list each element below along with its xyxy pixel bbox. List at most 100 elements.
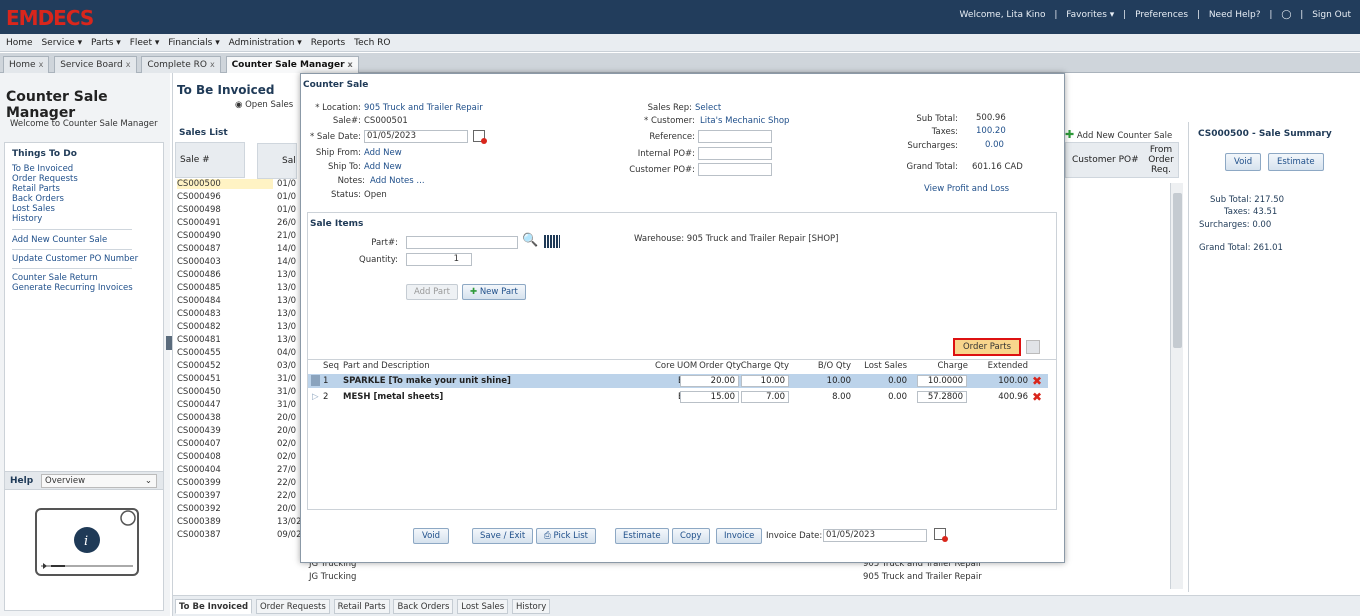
- sale-number-cell[interactable]: CS000439: [177, 426, 221, 436]
- sale-number-cell[interactable]: CS000438: [177, 413, 221, 423]
- todo-back-orders[interactable]: Back Orders: [12, 194, 64, 204]
- table-row[interactable]: 1 SPARKLE [To make your unit shine] EA 2…: [308, 374, 1048, 388]
- btab-retail-parts[interactable]: Retail Parts: [333, 599, 390, 614]
- calendar-icon[interactable]: [934, 528, 948, 542]
- close-icon[interactable]: x: [126, 60, 131, 69]
- sale-number-cell[interactable]: CS000404: [177, 465, 221, 475]
- invoice-date-input[interactable]: 01/05/2023: [823, 529, 927, 542]
- sale-number-cell[interactable]: CS000392: [177, 504, 221, 514]
- col-sale-date[interactable]: Sal: [282, 156, 296, 166]
- sale-number-cell[interactable]: CS000481: [177, 335, 221, 345]
- add-notes-link[interactable]: Add Notes ...: [370, 176, 425, 186]
- need-help-link[interactable]: Need Help?: [1209, 10, 1261, 20]
- delete-row-icon[interactable]: ✖: [1032, 390, 1042, 404]
- tab-home[interactable]: Home x: [3, 56, 50, 73]
- charge-input[interactable]: 57.2800: [917, 391, 967, 403]
- todo-update-customer-po[interactable]: Update Customer PO Number: [12, 254, 138, 264]
- sale-number-cell[interactable]: CS000408: [177, 452, 221, 462]
- charge-input[interactable]: 10.0000: [917, 375, 967, 387]
- help-video-player[interactable]: i: [35, 508, 139, 576]
- location-link[interactable]: 905 Truck and Trailer Repair: [364, 103, 483, 113]
- open-sales-radio[interactable]: ◉ Open Sales: [235, 100, 293, 110]
- nav-fleet[interactable]: Fleet ▾: [130, 34, 160, 52]
- todo-to-be-invoiced[interactable]: To Be Invoiced: [12, 164, 73, 174]
- btab-lost-sales[interactable]: Lost Sales: [457, 599, 509, 614]
- sale-number-cell[interactable]: CS000483: [177, 309, 221, 319]
- barcode-icon[interactable]: [544, 235, 560, 248]
- sale-number-cell[interactable]: CS000389: [177, 517, 221, 527]
- btab-back-orders[interactable]: Back Orders: [393, 599, 454, 614]
- customer-po-input[interactable]: [698, 163, 772, 176]
- sale-number-cell[interactable]: CS000387: [177, 530, 221, 540]
- col-core[interactable]: Core: [655, 361, 675, 371]
- todo-lost-sales[interactable]: Lost Sales: [12, 204, 55, 214]
- order-qty-input[interactable]: 20.00: [680, 375, 739, 387]
- close-icon[interactable]: x: [348, 60, 353, 69]
- btab-to-be-invoiced[interactable]: To Be Invoiced: [175, 599, 253, 614]
- col-extended[interactable]: Extended: [978, 361, 1028, 371]
- sale-number-cell[interactable]: CS000451: [177, 374, 221, 384]
- chat-icon[interactable]: ◯: [1281, 10, 1291, 20]
- order-parts-button[interactable]: Order Parts: [953, 338, 1021, 356]
- summary-void-button[interactable]: Void: [1225, 153, 1262, 171]
- search-icon[interactable]: 🔍: [522, 233, 538, 248]
- void-button[interactable]: Void: [413, 528, 449, 544]
- charge-qty-input[interactable]: 7.00: [741, 391, 789, 403]
- trash-icon[interactable]: [1026, 340, 1040, 354]
- col-customer-po[interactable]: Customer PO#: [1072, 155, 1139, 165]
- tab-service-board[interactable]: Service Board x: [54, 56, 137, 73]
- close-icon[interactable]: x: [39, 60, 44, 69]
- charge-qty-input[interactable]: 10.00: [741, 375, 789, 387]
- todo-counter-sale-return[interactable]: Counter Sale Return: [12, 273, 98, 283]
- nav-tech-ro[interactable]: Tech RO: [354, 34, 390, 52]
- preferences-link[interactable]: Preferences: [1135, 10, 1188, 20]
- todo-retail-parts[interactable]: Retail Parts: [12, 184, 60, 194]
- table-row[interactable]: ▷ 2 MESH [metal sheets] EA 15.00 7.00 8.…: [308, 390, 1048, 404]
- pick-list-button[interactable]: ⎙ Pick List: [536, 528, 596, 544]
- add-part-button[interactable]: Add Part: [406, 284, 458, 300]
- help-topic-select[interactable]: Overview ⌄: [41, 474, 157, 488]
- sale-number-cell[interactable]: CS000485: [177, 283, 221, 293]
- scrollbar-thumb[interactable]: [1173, 193, 1182, 348]
- sale-number-cell[interactable]: CS000397: [177, 491, 221, 501]
- sale-number-cell[interactable]: CS000482: [177, 322, 221, 332]
- sale-number-cell[interactable]: CS000399: [177, 478, 221, 488]
- ship-from-add-new-link[interactable]: Add New: [364, 148, 402, 158]
- sale-number-cell[interactable]: CS000496: [177, 192, 221, 202]
- col-seq[interactable]: Seq: [323, 361, 339, 371]
- new-part-button[interactable]: ✚ New Part: [462, 284, 526, 300]
- col-lost-sales[interactable]: Lost Sales: [857, 361, 907, 371]
- order-qty-input[interactable]: 15.00: [680, 391, 739, 403]
- sale-number-cell[interactable]: CS000500: [177, 179, 273, 189]
- ship-to-add-new-link[interactable]: Add New: [364, 162, 402, 172]
- sale-number-cell[interactable]: CS000447: [177, 400, 221, 410]
- nav-service[interactable]: Service ▾: [41, 34, 82, 52]
- nav-home[interactable]: Home: [6, 34, 33, 52]
- sale-number-cell[interactable]: CS000403: [177, 257, 221, 267]
- col-from-order-req[interactable]: From Order Req.: [1146, 145, 1176, 175]
- todo-add-new-counter-sale[interactable]: Add New Counter Sale: [12, 235, 107, 245]
- surcharges-value[interactable]: 0.00: [985, 140, 1004, 150]
- close-icon[interactable]: x: [210, 60, 215, 69]
- btab-history[interactable]: History: [512, 599, 551, 614]
- btab-order-requests[interactable]: Order Requests: [255, 599, 330, 614]
- taxes-value[interactable]: 100.20: [976, 126, 1006, 136]
- quantity-stepper[interactable]: 1: [406, 253, 472, 266]
- sale-number-cell[interactable]: CS000498: [177, 205, 221, 215]
- todo-history[interactable]: History: [12, 214, 42, 224]
- favorites-menu[interactable]: Favorites ▾: [1066, 10, 1114, 20]
- nav-reports[interactable]: Reports: [311, 34, 346, 52]
- col-bo-qty[interactable]: B/O Qty: [801, 361, 851, 371]
- col-charge-qty[interactable]: Charge Qty: [739, 361, 789, 371]
- customer-link[interactable]: Lita's Mechanic Shop: [700, 116, 789, 126]
- col-charge[interactable]: Charge: [918, 361, 968, 371]
- add-new-counter-sale-link[interactable]: ✚ Add New Counter Sale: [1065, 128, 1172, 141]
- emdecs-logo[interactable]: EMDECS: [6, 6, 94, 30]
- col-order-qty[interactable]: Order Qty: [691, 361, 741, 371]
- calendar-icon[interactable]: [473, 130, 487, 144]
- reference-input[interactable]: [698, 130, 772, 143]
- tab-complete-ro[interactable]: Complete RO x: [141, 56, 221, 73]
- part-number-input[interactable]: [406, 236, 518, 249]
- todo-generate-recurring-invoices[interactable]: Generate Recurring Invoices: [12, 283, 133, 293]
- sales-rep-select-link[interactable]: Select: [695, 103, 721, 113]
